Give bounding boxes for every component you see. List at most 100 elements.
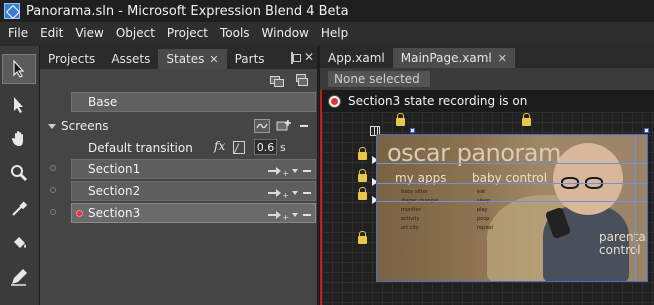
lock-icon[interactable] (396, 113, 405, 126)
state-section1-label: Section1 (88, 162, 141, 176)
delete-state-icon[interactable] (303, 191, 311, 194)
close-icon[interactable]: ✕ (209, 53, 218, 66)
tab-mainpage-xaml[interactable]: MainPage.xaml ✕ (392, 48, 515, 68)
menu-window[interactable]: Window (256, 26, 315, 40)
default-transition-row: Default transition fx 0.6 s (40, 137, 317, 159)
eyedropper-tool-icon[interactable] (2, 194, 36, 224)
menu-help[interactable]: Help (315, 26, 354, 40)
pen-tool-icon[interactable] (2, 262, 36, 292)
zoom-tool-icon[interactable] (2, 158, 36, 188)
tab-assets-label: Assets (111, 52, 151, 66)
state-section1[interactable]: Section1 + (71, 159, 316, 179)
state-row-tools: + (268, 185, 311, 200)
guide-line (377, 163, 647, 164)
menu-file[interactable]: File (0, 26, 34, 40)
paint-bucket-tool-icon[interactable] (2, 228, 36, 258)
list-item: art city (401, 225, 419, 231)
lock-icon[interactable] (358, 169, 367, 182)
default-transition-label: Default transition (88, 141, 193, 155)
chevron-down-icon[interactable] (48, 123, 56, 129)
transition-duration-input[interactable]: 0.6 (254, 139, 277, 155)
list-item: poop (477, 216, 490, 222)
lock-icon[interactable] (358, 187, 367, 200)
transition-easing-icon[interactable] (254, 119, 270, 133)
section-parental-control[interactable]: parental control (599, 230, 648, 257)
state-section2-label: Section2 (88, 184, 141, 198)
menu-view[interactable]: View (69, 26, 109, 40)
add-state-group-icon[interactable] (270, 74, 286, 88)
selection-breadcrumb[interactable]: None selected (328, 71, 430, 87)
recording-status-text: Section3 state recording is on (348, 94, 528, 108)
state-section3-label: Section3 (88, 206, 141, 220)
resize-handle[interactable] (410, 128, 415, 133)
pin-icon[interactable] (291, 52, 301, 64)
state-group-screens[interactable]: Screens (40, 116, 317, 136)
easing-curve-icon[interactable] (233, 141, 245, 154)
tab-app-xaml-label: App.xaml (328, 51, 385, 65)
tab-mainpage-xaml-label: MainPage.xaml (400, 51, 492, 65)
duration-unit: s (280, 141, 286, 154)
close-icon[interactable]: ✕ (498, 52, 507, 65)
baby-control-list: eat sleep play poop repeat (477, 188, 493, 233)
state-section2[interactable]: Section2 + (71, 181, 316, 201)
delete-state-icon[interactable] (303, 169, 311, 172)
state-section3[interactable]: Section3 + (71, 203, 316, 223)
recording-indicator-icon (76, 209, 83, 217)
lock-icon[interactable] (358, 147, 367, 160)
add-transition-icon[interactable] (268, 188, 282, 198)
panorama-design-surface[interactable]: oscar panoram my apps baby control paren… (376, 134, 648, 282)
panel-tab-strip: Projects Assets States ✕ Parts ✕ (40, 48, 317, 69)
window-title: Panorama.sln - Microsoft Expression Blen… (26, 3, 349, 19)
state-row-tools: + (268, 163, 311, 178)
selection-tool-icon[interactable] (2, 54, 36, 84)
guide-line (377, 183, 647, 184)
title-bar: Panorama.sln - Microsoft Expression Blen… (0, 0, 654, 22)
easing-function-icon[interactable]: fx (214, 139, 225, 153)
state-bullet-icon (50, 187, 56, 193)
glasses-shape (561, 177, 607, 191)
parental-line-1: parental (599, 230, 648, 244)
tab-assets[interactable]: Assets (103, 49, 158, 69)
tab-states[interactable]: States ✕ (158, 49, 227, 69)
menu-edit[interactable]: Edit (34, 26, 69, 40)
artboard[interactable]: Section3 state recording is on oscar pan… (320, 90, 654, 305)
chevron-down-icon[interactable] (292, 212, 298, 217)
pan-tool-icon[interactable] (2, 124, 36, 154)
chevron-down-icon[interactable] (292, 190, 298, 195)
document-tab-strip: App.xaml MainPage.xaml ✕ (320, 46, 654, 68)
menu-project[interactable]: Project (161, 26, 214, 40)
show-recording-icon[interactable] (294, 74, 310, 88)
states-panel: Base Screens Default transition fx 0.6 s… (40, 69, 317, 305)
direct-selection-tool-icon[interactable] (2, 90, 36, 120)
lock-icon[interactable] (358, 231, 367, 244)
my-apps-list: baby sitter diaper changer monitor activ… (401, 188, 439, 233)
add-transition-icon[interactable] (268, 210, 282, 220)
tab-projects[interactable]: Projects (40, 49, 103, 69)
recording-toggle-icon[interactable] (329, 95, 340, 107)
lock-icon[interactable] (522, 113, 531, 126)
panel-close-icon[interactable]: ✕ (304, 50, 314, 64)
guide-line (635, 135, 636, 281)
state-base[interactable]: Base (71, 92, 316, 112)
menu-tools[interactable]: Tools (214, 26, 256, 40)
add-transition-icon[interactable] (268, 166, 282, 176)
state-bullet-icon (50, 165, 56, 171)
toolbox (0, 46, 40, 305)
state-base-label: Base (88, 95, 118, 109)
add-state-icon[interactable] (276, 119, 292, 133)
state-bullet-icon (50, 209, 56, 215)
state-group-label: Screens (61, 119, 109, 133)
list-item: repeat (477, 225, 494, 231)
tab-app-xaml[interactable]: App.xaml (320, 48, 393, 68)
delete-state-icon[interactable] (303, 213, 311, 216)
chevron-down-icon[interactable] (292, 168, 298, 173)
tab-parts[interactable]: Parts (227, 49, 273, 69)
recording-banner: Section3 state recording is on (322, 90, 654, 112)
menu-object[interactable]: Object (110, 26, 161, 40)
list-item: baby sitter (401, 189, 429, 195)
resize-handle[interactable] (644, 128, 649, 133)
blend-app-icon (4, 3, 20, 19)
list-item: activity (401, 216, 420, 222)
tab-states-label: States (166, 52, 205, 66)
guide-line (377, 201, 647, 202)
